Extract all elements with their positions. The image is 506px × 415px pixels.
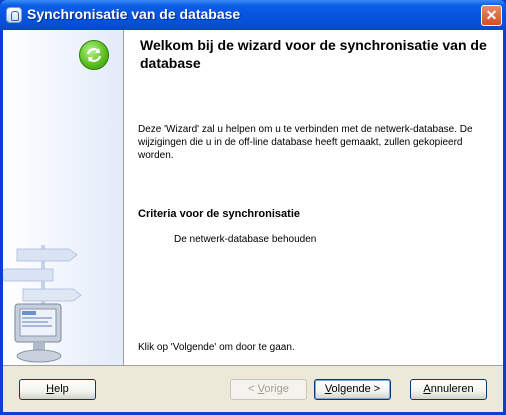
wizard-intro-text: Deze 'Wizard' zal u helpen om u te verbi… [138, 124, 473, 161]
monitor-illustration [14, 303, 62, 363]
wizard-footer-text: Klik op 'Volgende' om door te gaan. [138, 342, 295, 353]
next-button[interactable]: Volgende > [314, 379, 391, 400]
footer-divider [3, 365, 503, 366]
help-button[interactable]: Help [19, 379, 96, 400]
sync-icon [79, 40, 109, 70]
cancel-button[interactable]: Annuleren [410, 379, 487, 400]
close-button[interactable]: ✕ [481, 5, 502, 26]
window-title: Synchronisatie van de database [27, 6, 241, 22]
criteria-heading: Criteria voor de synchronisatie [138, 208, 300, 220]
wizard-side-panel [3, 30, 123, 365]
wizard-content: Welkom bij de wizard voor de synchronisa… [124, 30, 503, 365]
close-icon: ✕ [485, 7, 498, 23]
back-button[interactable]: < Vorige [230, 379, 307, 400]
dialog-window: Synchronisatie van de database ✕ Welkom … [0, 0, 506, 415]
criteria-value: De netwerk-database behouden [174, 234, 317, 245]
title-bar[interactable]: Synchronisatie van de database ✕ [0, 0, 506, 30]
window-border-left [0, 30, 3, 415]
database-icon [6, 7, 22, 23]
dialog-client: Welkom bij de wizard voor de synchronisa… [3, 30, 503, 412]
wizard-heading: Welkom bij de wizard voor de synchronisa… [140, 37, 487, 71]
